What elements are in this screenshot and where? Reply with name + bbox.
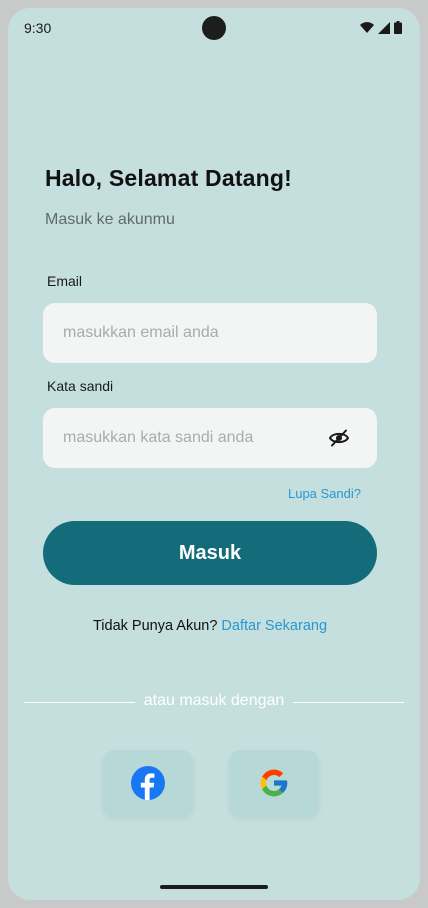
divider-label: atau masuk dengan xyxy=(143,692,285,709)
signal-icon xyxy=(378,21,390,34)
register-row: Tidak Punya Akun? Daftar Sekarang xyxy=(8,618,412,634)
home-indicator[interactable] xyxy=(160,885,268,889)
divider-line-left xyxy=(24,701,135,703)
eye-off-icon[interactable] xyxy=(329,429,349,447)
password-field[interactable] xyxy=(63,408,323,468)
password-label: Kata sandi xyxy=(47,378,114,394)
email-field-container[interactable] xyxy=(43,303,377,363)
wifi-icon xyxy=(360,22,374,33)
email-field[interactable] xyxy=(63,303,323,363)
battery-icon xyxy=(394,21,402,34)
divider: atau masuk dengan xyxy=(24,692,405,710)
login-button[interactable]: Masuk xyxy=(43,521,377,585)
google-login-button[interactable] xyxy=(229,750,319,816)
status-time: 9:30 xyxy=(24,20,52,36)
facebook-login-button[interactable] xyxy=(103,750,193,816)
facebook-icon xyxy=(131,766,165,800)
password-field-container[interactable] xyxy=(43,408,377,468)
status-icons xyxy=(360,21,402,34)
register-prompt: Tidak Punya Akun? xyxy=(92,618,218,634)
front-camera xyxy=(202,16,226,40)
divider-line-right xyxy=(293,701,405,703)
register-link[interactable]: Daftar Sekarang xyxy=(221,618,327,634)
status-bar: 9:30 xyxy=(8,8,420,48)
email-label: Email xyxy=(47,273,83,289)
google-icon xyxy=(260,769,288,797)
phone-screen: 9:30 Halo, Selamat Datang! Masuk ke akun… xyxy=(8,8,420,900)
page-title: Halo, Selamat Datang! xyxy=(45,165,293,191)
forgot-password-link[interactable]: Lupa Sandi? xyxy=(288,486,361,501)
page-subtitle: Masuk ke akunmu xyxy=(45,211,175,228)
